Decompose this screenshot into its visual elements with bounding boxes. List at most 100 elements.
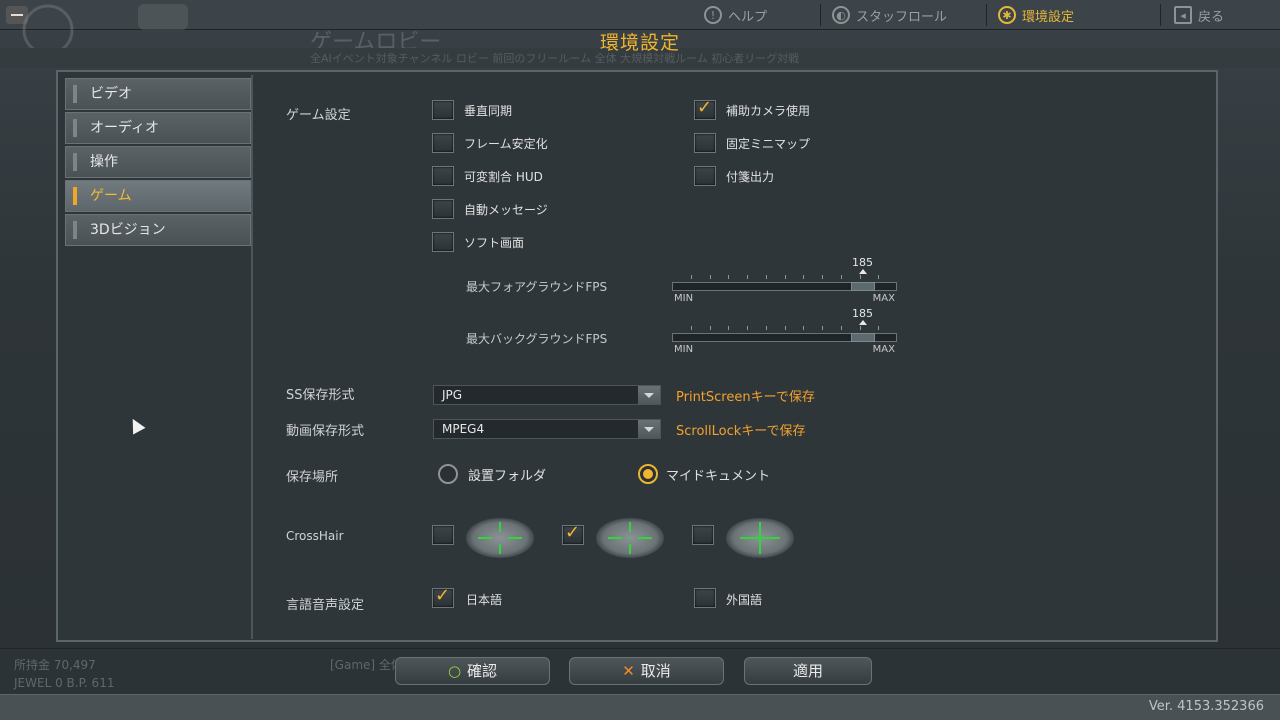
topnav-back[interactable]: ◂ 戻る — [1174, 4, 1224, 26]
frame-stabilize-checkbox[interactable] — [432, 133, 454, 153]
slider-thumb[interactable] — [851, 282, 875, 291]
japanese-voice-label: 日本語 — [466, 593, 503, 607]
slider-min-label: MIN — [674, 344, 694, 355]
slider-min-label: MIN — [674, 293, 694, 304]
slider-marker-icon — [859, 269, 867, 274]
foreign-voice-label: 外国語 — [726, 593, 763, 607]
screenshot-format-label: SS保存形式 — [286, 388, 355, 403]
vsync-checkbox[interactable] — [432, 100, 454, 120]
slider-tick — [841, 275, 842, 279]
save-location-label: 保存場所 — [286, 470, 339, 485]
chevron-down-icon[interactable] — [638, 420, 660, 438]
slider-tick — [822, 275, 823, 279]
game-settings-panel: ゲーム設定 垂直同期 フレーム安定化 可変割合 HUD 自動メッセージ ソフト画… — [256, 72, 1216, 640]
topnav-staff-roll-label: スタッフロール — [856, 9, 948, 25]
crosshair-segment — [629, 522, 631, 532]
crosshair-segment — [608, 537, 622, 539]
confirm-label: 確認 — [467, 662, 498, 680]
background-fps-slider[interactable]: 185 MIN MAX — [672, 307, 897, 359]
slider-tick — [766, 275, 767, 279]
sticky-note-label: 付箋出力 — [726, 170, 775, 184]
money-readout: 所持金 70,497 — [14, 658, 96, 672]
topnav-staff-roll[interactable]: ◐ スタッフロール — [832, 4, 947, 26]
crosshair-segment — [759, 522, 761, 554]
slider-thumb[interactable] — [851, 333, 875, 342]
slider-tick — [691, 275, 692, 279]
soft-screen-checkbox[interactable] — [432, 232, 454, 252]
cancel-label: 取消 — [640, 662, 671, 680]
screenshot-format-value: JPG — [442, 388, 463, 402]
my-documents-label: マイドキュメント — [666, 469, 771, 484]
slider-tick — [878, 275, 879, 279]
crosshair-segment — [478, 537, 492, 539]
video-hint: ScrollLockキーで保存 — [676, 424, 806, 439]
topnav-divider — [1160, 4, 1161, 26]
soft-screen-label: ソフト画面 — [464, 236, 525, 250]
slider-tick — [728, 275, 729, 279]
slider-max-label: MAX — [872, 344, 895, 355]
crosshair-segment — [499, 522, 501, 532]
foreign-voice-checkbox[interactable] — [694, 588, 716, 608]
topnav-help[interactable]: ! ヘルプ — [704, 4, 767, 26]
crosshair-preview-gap — [466, 518, 534, 558]
sidebar-item-video[interactable]: ビデオ — [65, 78, 251, 110]
slider-tick — [710, 326, 711, 330]
vsync-label: 垂直同期 — [464, 104, 513, 118]
apply-button[interactable]: 適用 — [744, 657, 872, 685]
slider-tick — [766, 326, 767, 330]
sidebar-item-3d-vision[interactable]: 3Dビジョン — [65, 214, 251, 246]
video-format-select[interactable]: MPEG4 — [433, 419, 661, 439]
crosshair-option-1-checkbox[interactable] — [432, 525, 454, 545]
variable-hud-checkbox[interactable] — [432, 166, 454, 186]
slider-tick — [803, 275, 804, 279]
crosshair-option-2-checkbox[interactable]: ✓ — [562, 523, 584, 545]
topnav-help-label: ヘルプ — [728, 9, 768, 25]
crosshair-label: CrossHair — [286, 529, 344, 543]
topnav-settings[interactable]: ✱ 環境設定 — [998, 4, 1074, 26]
apply-label: 適用 — [792, 662, 823, 680]
topnav-settings-label: 環境設定 — [1022, 9, 1075, 25]
jewel-readout: JEWEL 0 B.P. 611 — [14, 676, 115, 690]
video-format-label: 動画保存形式 — [286, 424, 365, 439]
sidebar-item-controls[interactable]: 操作 — [65, 146, 251, 178]
fixed-minimap-checkbox[interactable] — [694, 133, 716, 153]
slider-max-label: MAX — [872, 293, 895, 304]
game-client-window: ! ヘルプ ◐ スタッフロール ✱ 環境設定 ◂ 戻る ゲームロビー 全AIイベ… — [0, 0, 1280, 720]
assist-camera-label: 補助カメラ使用 — [726, 104, 811, 118]
cancel-button[interactable]: ✕ 取消 — [569, 657, 724, 685]
chat-channel: [Game] 全体 — [330, 658, 403, 672]
slider-tick — [860, 326, 861, 330]
fixed-minimap-label: 固定ミニマップ — [726, 137, 811, 151]
topnav-divider — [820, 4, 821, 26]
game-settings-label: ゲーム設定 — [286, 108, 351, 123]
screenshot-format-select[interactable]: JPG — [433, 385, 661, 405]
crosshair-segment — [499, 544, 501, 554]
chevron-down-icon[interactable] — [638, 386, 660, 404]
slider-tick — [803, 326, 804, 330]
crosshair-segment — [629, 544, 631, 554]
screenshot-hint: PrintScreenキーで保存 — [676, 390, 815, 405]
japanese-voice-checkbox[interactable]: ✓ — [432, 586, 454, 608]
crosshair-segment — [508, 537, 522, 539]
my-documents-radio[interactable] — [638, 464, 658, 484]
voice-language-label: 言語音声設定 — [286, 598, 365, 613]
confirm-button[interactable]: ○ 確認 — [395, 657, 550, 685]
video-format-value: MPEG4 — [442, 422, 485, 436]
status-bar — [0, 694, 1280, 720]
sidebar-item-audio[interactable]: オーディオ — [65, 112, 251, 144]
sticky-note-checkbox[interactable] — [694, 166, 716, 186]
topnav-divider — [986, 4, 987, 26]
sidebar-item-game[interactable]: ゲーム — [65, 180, 251, 212]
frame-stabilize-label: フレーム安定化 — [464, 137, 548, 151]
foreground-fps-slider[interactable]: 185 MIN MAX — [672, 256, 897, 308]
circle-icon: ○ — [447, 662, 462, 680]
auto-message-checkbox[interactable] — [432, 199, 454, 219]
version-label: Ver. 4153.352366 — [1148, 699, 1264, 714]
assist-camera-checkbox[interactable]: ✓ — [694, 98, 716, 120]
slider-tick — [878, 326, 879, 330]
foreground-fps-label: 最大フォアグラウンドFPS — [466, 280, 608, 294]
install-folder-radio[interactable] — [438, 464, 458, 484]
background-fps-label: 最大バックグラウンドFPS — [466, 332, 608, 346]
slider-marker-icon — [859, 320, 867, 325]
crosshair-option-3-checkbox[interactable] — [692, 525, 714, 545]
